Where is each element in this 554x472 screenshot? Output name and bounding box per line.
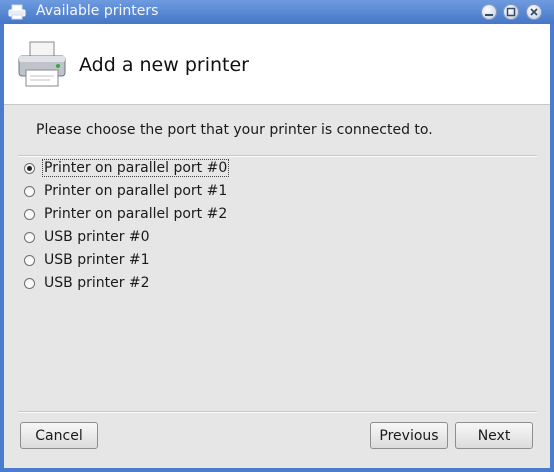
close-icon (530, 8, 538, 16)
close-button[interactable] (526, 4, 542, 20)
port-option-label[interactable]: USB printer #1 (43, 252, 151, 268)
port-option-parallel-2[interactable]: Printer on parallel port #2 (24, 204, 228, 224)
radio-button[interactable] (24, 162, 35, 174)
printer-small-icon (8, 4, 26, 20)
title-bar[interactable]: Available printers (0, 0, 554, 24)
printer-icon (16, 40, 68, 88)
dialog-header: Add a new printer (4, 24, 550, 105)
port-prompt: Please choose the port that your printer… (36, 122, 433, 138)
radio-button[interactable] (24, 208, 35, 220)
minimize-icon (485, 14, 493, 16)
port-option-usb-1[interactable]: USB printer #1 (24, 250, 151, 270)
port-option-label[interactable]: USB printer #2 (43, 275, 151, 291)
port-option-label[interactable]: Printer on parallel port #1 (43, 183, 228, 199)
previous-button[interactable]: Previous (370, 422, 448, 449)
port-option-label[interactable]: Printer on parallel port #0 (41, 159, 230, 177)
port-option-label[interactable]: Printer on parallel port #2 (43, 206, 228, 222)
maximize-icon (506, 7, 516, 17)
radio-button[interactable] (24, 277, 35, 289)
radio-button[interactable] (24, 254, 35, 266)
radio-button[interactable] (24, 185, 35, 197)
port-option-label[interactable]: USB printer #0 (43, 229, 151, 245)
window-title: Available printers (36, 3, 159, 19)
bottom-divider (18, 411, 537, 413)
maximize-button[interactable] (503, 4, 519, 20)
port-option-usb-2[interactable]: USB printer #2 (24, 273, 151, 293)
port-option-parallel-0[interactable]: Printer on parallel port #0 (24, 158, 230, 178)
radio-button[interactable] (24, 231, 35, 243)
port-option-usb-0[interactable]: USB printer #0 (24, 227, 151, 247)
next-button[interactable]: Next (455, 422, 533, 449)
top-divider (18, 155, 537, 157)
minimize-button[interactable] (481, 4, 497, 20)
page-title: Add a new printer (79, 54, 249, 76)
port-option-parallel-1[interactable]: Printer on parallel port #1 (24, 181, 228, 201)
cancel-button[interactable]: Cancel (20, 422, 98, 449)
